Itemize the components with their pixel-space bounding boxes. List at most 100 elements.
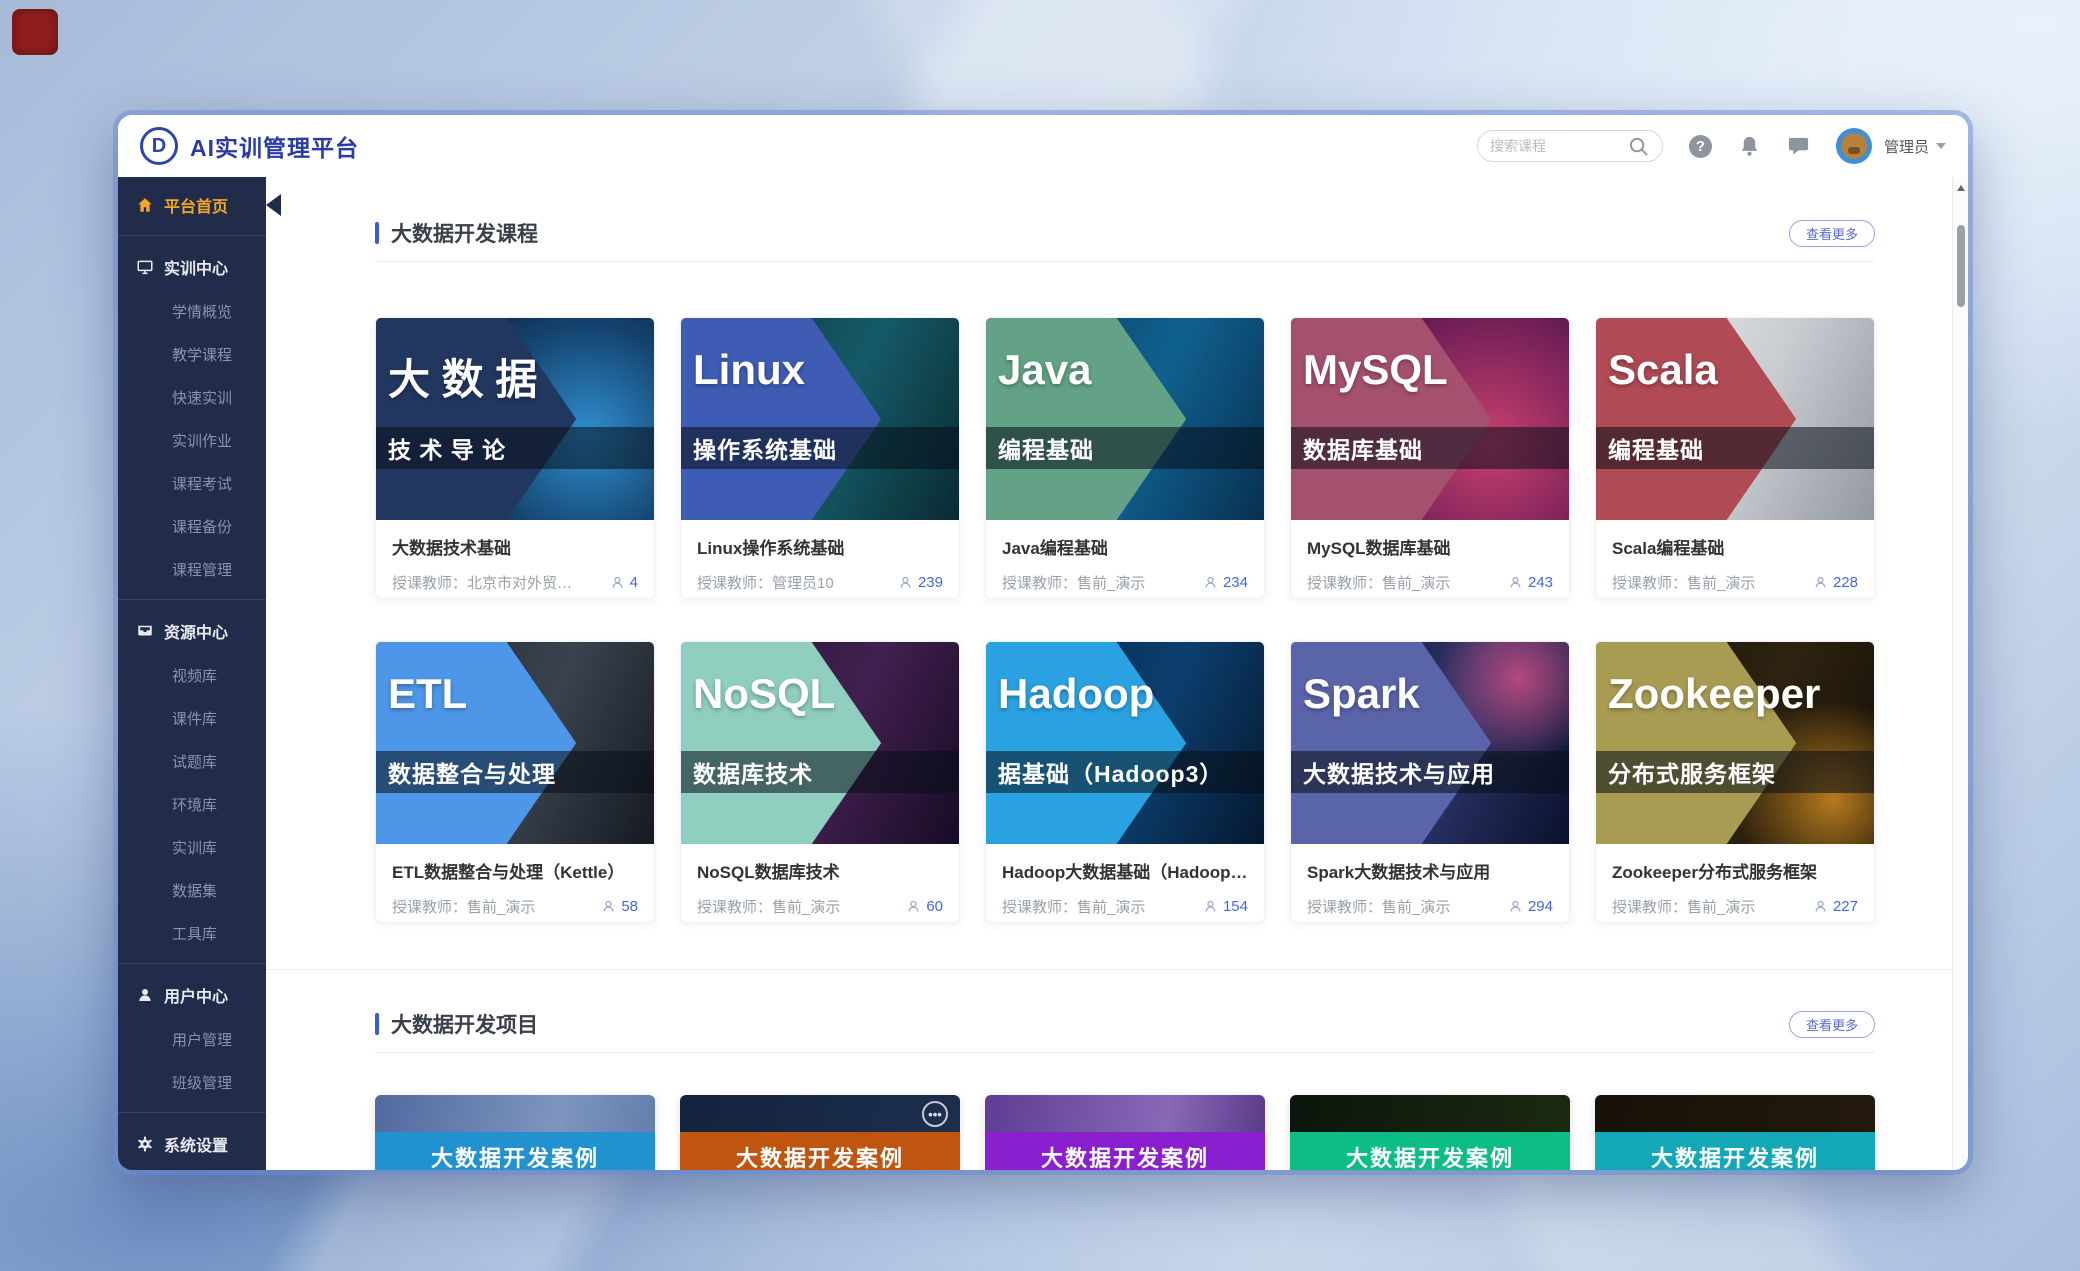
person-icon (898, 575, 913, 590)
cover-title: Linux (693, 346, 805, 394)
project-card-4[interactable]: 大数据开发案例 (1595, 1095, 1875, 1170)
course-card-9[interactable]: 分布式服务框架ZookeeperZookeeper分布式服务框架授课教师：售前_… (1595, 641, 1875, 923)
course-title: Scala编程基础 (1612, 534, 1858, 559)
cover-title: NoSQL (693, 670, 835, 718)
person-icon (610, 575, 625, 590)
chat-icon[interactable] (1787, 135, 1810, 158)
cover-title: ETL (388, 670, 467, 718)
sidebar-item-20[interactable]: 系统设置 (118, 1121, 266, 1167)
divider (375, 261, 1875, 262)
person-icon (1203, 899, 1218, 914)
scrollbar-track[interactable] (1952, 177, 1968, 1170)
cover-title: Zookeeper (1608, 670, 1820, 718)
person-icon (1508, 575, 1523, 590)
cover-title: Spark (1303, 670, 1420, 718)
project-card-1[interactable]: •••大数据开发案例 (680, 1095, 960, 1170)
sidebar-item-5[interactable]: 实训作业 (118, 419, 266, 462)
course-info: Scala编程基础授课教师：售前_演示228 (1596, 520, 1874, 593)
sidebar-item-label: 实训中心 (164, 255, 228, 279)
chevron-down-icon (1936, 143, 1946, 149)
course-card-1[interactable]: 操作系统基础LinuxLinux操作系统基础授课教师：管理员10239 (680, 317, 960, 599)
course-cover-image: 数据库基础MySQL (1291, 318, 1569, 520)
search-icon[interactable] (1627, 135, 1650, 158)
sidebar-item-11[interactable]: 课件库 (118, 697, 266, 740)
course-teacher: 授课教师：售前_演示 (1002, 896, 1145, 917)
course-card-5[interactable]: 数据整合与处理ETLETL数据整合与处理（Kettle）授课教师：售前_演示58 (375, 641, 655, 923)
sidebar-item-9[interactable]: 资源中心 (118, 608, 266, 654)
sidebar-item-6[interactable]: 课程考试 (118, 462, 266, 505)
sidebar-item-label: 课程备份 (172, 516, 232, 537)
cover-subtitle: 数据库技术 (693, 755, 813, 789)
monitor-icon (136, 258, 154, 276)
course-card-2[interactable]: 编程基础JavaJava编程基础授课教师：售前_演示234 (985, 317, 1265, 599)
sidebar-item-8[interactable]: 课程管理 (118, 548, 266, 591)
course-card-3[interactable]: 数据库基础MySQLMySQL数据库基础授课教师：售前_演示243 (1290, 317, 1570, 599)
sidebar-item-label: 用户管理 (172, 1029, 232, 1050)
sidebar-item-label: 教学课程 (172, 344, 232, 365)
scrollbar-thumb[interactable] (1957, 225, 1965, 307)
sidebar-item-0[interactable]: 平台首页 (118, 183, 266, 227)
enrollment-count: 294 (1508, 898, 1553, 915)
app-title: AI实训管理平台 (190, 129, 359, 163)
course-info: Spark大数据技术与应用授课教师：售前_演示294 (1291, 844, 1569, 917)
sidebar-item-4[interactable]: 快速实训 (118, 376, 266, 419)
sidebar-item-10[interactable]: 视频库 (118, 654, 266, 697)
course-info: MySQL数据库基础授课教师：售前_演示243 (1291, 520, 1569, 593)
sidebar-item-16[interactable]: 工具库 (118, 912, 266, 955)
sidebar-item-7[interactable]: 课程备份 (118, 505, 266, 548)
course-card-0[interactable]: 技 术 导 论大 数 据大数据技术基础授课教师：北京市对外贸易学校教...4 (375, 317, 655, 599)
project-card-0[interactable]: 大数据开发案例 (375, 1095, 655, 1170)
help-icon[interactable]: ? (1689, 135, 1712, 158)
course-card-6[interactable]: 数据库技术NoSQLNoSQL数据库技术授课教师：售前_演示60 (680, 641, 960, 923)
sidebar-item-12[interactable]: 试题库 (118, 740, 266, 783)
sidebar-item-13[interactable]: 环境库 (118, 783, 266, 826)
course-cover-image: 操作系统基础 Linux (681, 318, 959, 520)
sidebar-item-18[interactable]: 用户管理 (118, 1018, 266, 1061)
enrollment-number: 227 (1833, 898, 1858, 915)
course-card-8[interactable]: 大数据技术与应用SparkSpark大数据技术与应用授课教师：售前_演示294 (1290, 641, 1570, 923)
enrollment-count: 58 (601, 898, 638, 915)
user-avatar[interactable] (1836, 128, 1872, 164)
view-more-projects-button[interactable]: 查看更多 (1789, 1011, 1875, 1038)
cover-subtitle: 操作系统基础 (693, 431, 837, 465)
course-teacher: 授课教师：售前_演示 (1002, 572, 1145, 593)
main-content: 大数据开发课程 查看更多 技 术 导 论大 数 据大数据技术基础授课教师：北京市… (266, 177, 1952, 1170)
user-menu[interactable]: 管理员 (1884, 136, 1946, 157)
sidebar-item-15[interactable]: 数据集 (118, 869, 266, 912)
sidebar-item-label: 用户中心 (164, 983, 228, 1007)
section-title-courses: 大数据开发课程 (375, 218, 538, 248)
sidebar-item-17[interactable]: 用户中心 (118, 972, 266, 1018)
enrollment-count: 228 (1813, 574, 1858, 591)
enrollment-number: 154 (1223, 898, 1248, 915)
cover-subtitle: 编程基础 (998, 431, 1094, 465)
person-icon (1203, 575, 1218, 590)
sidebar-divider (118, 235, 266, 236)
sidebar-item-14[interactable]: 实训库 (118, 826, 266, 869)
course-info: Hadoop大数据基础（Hadoop3）授课教师：售前_演示154 (986, 844, 1264, 917)
bell-icon[interactable] (1738, 135, 1761, 158)
sidebar-item-label: 课件库 (172, 708, 217, 729)
sidebar-item-3[interactable]: 教学课程 (118, 333, 266, 376)
project-card-3[interactable]: 大数据开发案例 (1290, 1095, 1570, 1170)
sidebar-divider (118, 963, 266, 964)
sidebar-item-19[interactable]: 班级管理 (118, 1061, 266, 1104)
course-card-4[interactable]: 编程基础ScalaScala编程基础授课教师：售前_演示228 (1595, 317, 1875, 599)
search-box[interactable] (1477, 130, 1663, 162)
sidebar-item-2[interactable]: 学情概览 (118, 290, 266, 333)
sidebar-item-label: 资源中心 (164, 619, 228, 643)
course-teacher: 授课教师：售前_演示 (1612, 896, 1755, 917)
project-card-2[interactable]: 大数据开发案例 (985, 1095, 1265, 1170)
scrollbar-up-arrow-icon[interactable] (1957, 185, 1965, 191)
sidebar-item-label: 系统设置 (164, 1132, 228, 1156)
course-title: 大数据技术基础 (392, 534, 638, 559)
sidebar-item-label: 学情概览 (172, 301, 232, 322)
sidebar-item-1[interactable]: 实训中心 (118, 244, 266, 290)
title-accent-bar (375, 1013, 379, 1035)
sidebar-item-label: 课程考试 (172, 473, 232, 494)
view-more-courses-button[interactable]: 查看更多 (1789, 220, 1875, 247)
course-card-7[interactable]: 据基础（Hadoop3）HadoopHadoop大数据基础（Hadoop3）授课… (985, 641, 1265, 923)
search-input[interactable] (1490, 138, 1619, 154)
cover-subtitle: 据基础（Hadoop3） (998, 755, 1223, 789)
section-projects: 大数据开发项目 查看更多 大数据开发案例•••大数据开发案例大数据开发案例大数据… (266, 969, 1952, 1170)
sidebar-item-label: 快速实训 (172, 387, 232, 408)
